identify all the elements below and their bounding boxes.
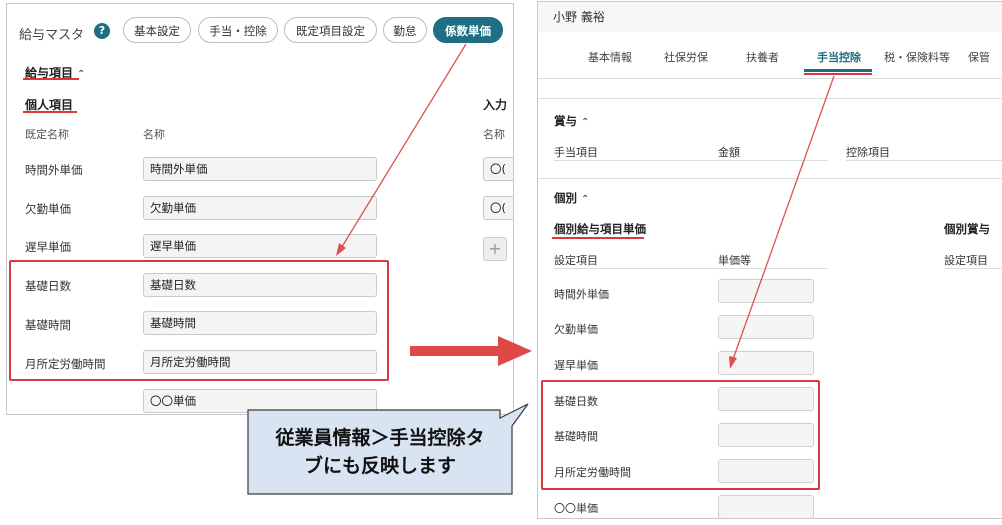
big-arrow-shaft <box>410 346 500 356</box>
pointer-arrow-line <box>339 43 467 251</box>
pointer-arrow-line <box>731 75 835 363</box>
callout-line-1: 従業員情報＞手当控除タ <box>275 427 485 449</box>
arrowhead-icon <box>729 356 737 369</box>
callout-line-2: ブにも反映します <box>303 455 456 477</box>
arrowhead-icon <box>336 243 346 256</box>
big-arrow-icon <box>498 336 532 366</box>
callout-text: 従業員情報＞手当控除タ ブにも反映します <box>248 424 512 480</box>
